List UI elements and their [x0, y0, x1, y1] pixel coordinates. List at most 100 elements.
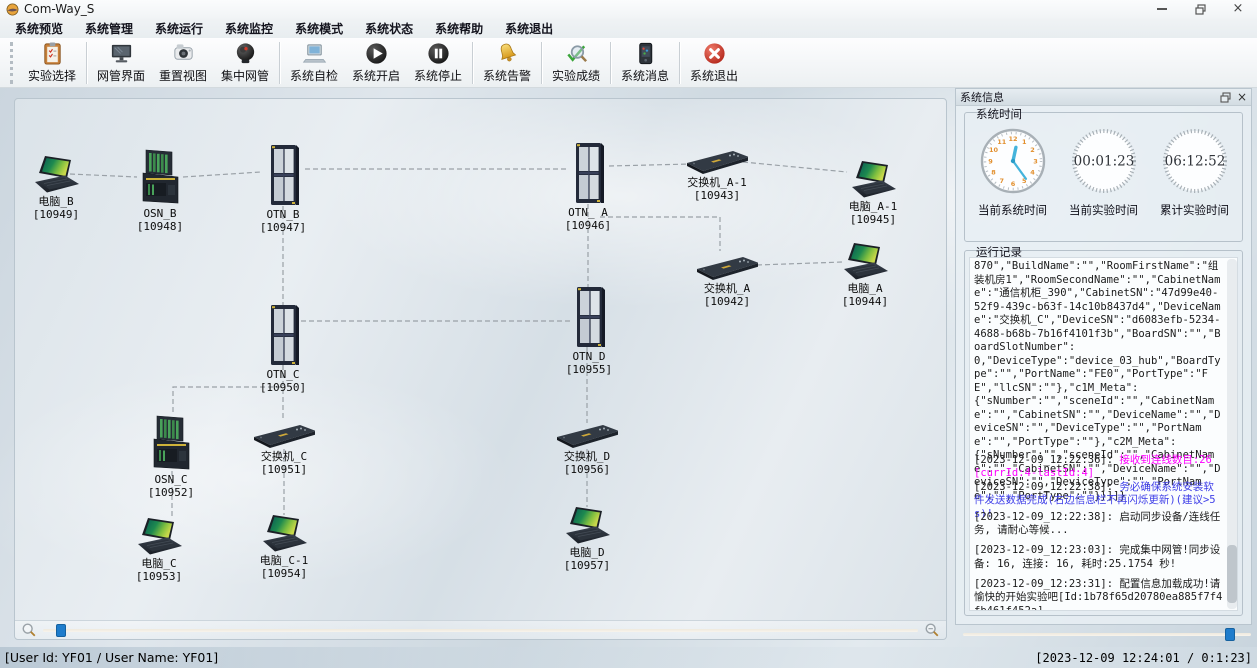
switch-icon: [655, 148, 779, 174]
menu-item-6[interactable]: 系统帮助: [424, 18, 494, 39]
status-user: [User Id: YF01 / User Name: YF01]: [5, 650, 218, 665]
toolbar-button-7[interactable]: 系统告警: [476, 40, 538, 86]
topology-node[interactable]: 交换机_A[10942]: [665, 254, 789, 308]
toolbar-button-9[interactable]: 系统消息: [614, 40, 676, 86]
digital-clock-1: 06:12:52累计实验时间: [1151, 127, 1239, 218]
topology-node[interactable]: 电脑_C-1[10954]: [222, 514, 346, 580]
log-scrollbar[interactable]: [1227, 259, 1237, 609]
digital-clock-label: 当前实验时间: [1060, 202, 1148, 218]
topology-node[interactable]: 电脑_D[10957]: [525, 506, 649, 572]
node-label: 电脑_A[10944]: [803, 282, 927, 308]
toolbar-button-label: 系统自检: [290, 67, 338, 84]
svg-text:6: 6: [1010, 180, 1015, 188]
close-panel-icon[interactable]: ×: [1237, 92, 1247, 102]
toolbar-button-2[interactable]: 重置视图: [152, 40, 214, 86]
toolbar-grip[interactable]: [10, 42, 13, 84]
node-label: 电脑_D[10957]: [525, 546, 649, 572]
topology-node[interactable]: OSN_B[10948]: [98, 149, 222, 233]
magnifier-check-icon: [564, 41, 589, 66]
toolbar-button-3[interactable]: 集中网管: [214, 40, 276, 86]
node-label: OSN_B[10948]: [98, 207, 222, 233]
node-label: 交换机_C[10951]: [222, 450, 346, 476]
toolbar-button-label: 系统退出: [690, 67, 738, 84]
toolbar-button-label: 重置视图: [159, 67, 207, 84]
laptop-icon: [803, 242, 927, 280]
otn-icon: [221, 304, 345, 366]
panel-slider-thumb[interactable]: [1225, 628, 1235, 641]
toolbar-button-0[interactable]: 实验选择: [21, 40, 83, 86]
laptop-icon: [525, 506, 649, 544]
topology-canvas[interactable]: 电脑_B[10949]OSN_B[10948]OTN_B[10947]OTN_ …: [14, 98, 947, 640]
toolbar-separator: [279, 42, 280, 84]
log-line: [currId:4-lastId:4]: [974, 467, 1223, 481]
menu-item-5[interactable]: 系统状态: [354, 18, 424, 39]
system-info-title: 系统信息: [960, 89, 1004, 105]
menu-item-1[interactable]: 系统管理: [74, 18, 144, 39]
canvas-zoom-bar: [15, 620, 946, 639]
svg-text:11: 11: [997, 138, 1007, 146]
log-line: [974, 440, 1223, 454]
log-line: [974, 564, 1223, 578]
osn-icon: [98, 149, 222, 205]
osn-icon: [109, 415, 233, 471]
svg-text:3: 3: [1033, 157, 1038, 165]
topology-node[interactable]: OTN_C[10950]: [221, 304, 345, 394]
topology-node[interactable]: OSN_C[10952]: [109, 415, 233, 499]
digital-clock-icon: 00:01:23: [1070, 127, 1138, 195]
menu-item-3[interactable]: 系统监控: [214, 18, 284, 39]
toolbar-button-4[interactable]: 系统自检: [283, 40, 345, 86]
toolbar: 实验选择网管界面重置视图集中网管 系统自检系统开启系统停止 系统告警实验成绩系统消息…: [0, 38, 1257, 88]
run-log[interactable]: 870","BuildName":"","RoomFirstName":"组装机…: [969, 257, 1238, 611]
topology-node[interactable]: 交换机_D[10956]: [525, 422, 649, 476]
toolbar-button-1[interactable]: 网管界面: [90, 40, 152, 86]
toolbar-button-6[interactable]: 系统停止: [407, 40, 469, 86]
topology-node[interactable]: 电脑_A[10944]: [803, 242, 927, 308]
topology-node[interactable]: 交换机_C[10951]: [222, 422, 346, 476]
svg-text:7: 7: [999, 177, 1004, 185]
float-panel-icon[interactable]: [1220, 92, 1231, 103]
node-label: OTN_B[10947]: [221, 208, 345, 234]
topology-node[interactable]: 电脑_A-1[10945]: [811, 160, 935, 226]
app-logo-icon: [6, 3, 19, 16]
topology-node[interactable]: OTN_ A[10946]: [526, 142, 650, 232]
menu-item-2[interactable]: 系统运行: [144, 18, 214, 39]
minimize-button[interactable]: [1143, 0, 1181, 18]
svg-text:4: 4: [1030, 169, 1035, 177]
toolbar-button-8[interactable]: 实验成绩: [545, 40, 607, 86]
toolbar-button-label: 集中网管: [221, 67, 269, 84]
log-scrollbar-thumb[interactable]: [1227, 545, 1237, 603]
svg-text:12: 12: [1008, 135, 1017, 143]
toolbar-separator: [610, 42, 611, 84]
panel-slider-track[interactable]: [963, 633, 1251, 636]
topology-node[interactable]: 电脑_C[10953]: [97, 517, 221, 583]
restore-icon: [1195, 4, 1206, 15]
otn-icon: [527, 286, 651, 348]
topology-layer: 电脑_B[10949]OSN_B[10948]OTN_B[10947]OTN_ …: [15, 99, 946, 621]
log-line: [2023-12-09_12:22:36]: 接收到连线数目:26: [974, 454, 1223, 468]
log-line: [2023-12-09_12:22:38]: 启动同步设备/连线任务, 请耐心等…: [974, 511, 1223, 531]
zoom-in-icon[interactable]: [924, 622, 940, 638]
menu-item-0[interactable]: 系统预览: [4, 18, 74, 39]
svg-text:9: 9: [988, 157, 993, 165]
camera-icon: [171, 41, 196, 66]
toolbar-button-label: 系统消息: [621, 67, 669, 84]
canvas-zoom-thumb[interactable]: [56, 624, 66, 637]
menu-item-4[interactable]: 系统模式: [284, 18, 354, 39]
toolbar-button-5[interactable]: 系统开启: [345, 40, 407, 86]
close-button[interactable]: ×: [1219, 0, 1257, 18]
toolbar-button-label: 系统告警: [483, 67, 531, 84]
restore-button[interactable]: [1181, 0, 1219, 18]
digital-clock-value: 00:01:23: [1073, 154, 1134, 170]
zoom-out-icon[interactable]: [21, 622, 37, 638]
node-label: 交换机_A[10942]: [665, 282, 789, 308]
system-info-header[interactable]: 系统信息 ×: [956, 89, 1251, 106]
toolbar-button-label: 系统停止: [414, 67, 462, 84]
topology-node[interactable]: OTN_B[10947]: [221, 144, 345, 234]
canvas-zoom-track[interactable]: [43, 629, 918, 632]
window-title: Com-Way_S: [24, 2, 94, 16]
toolbar-button-10[interactable]: 系统退出: [683, 40, 745, 86]
log-line: [2023-12-09_12:23:03]: 完成集中网管!同步设备: 16, …: [974, 544, 1223, 564]
menu-item-7[interactable]: 系统退出: [494, 18, 564, 39]
topology-node[interactable]: 交换机_A-1[10943]: [655, 148, 779, 202]
topology-node[interactable]: OTN_D[10955]: [527, 286, 651, 376]
